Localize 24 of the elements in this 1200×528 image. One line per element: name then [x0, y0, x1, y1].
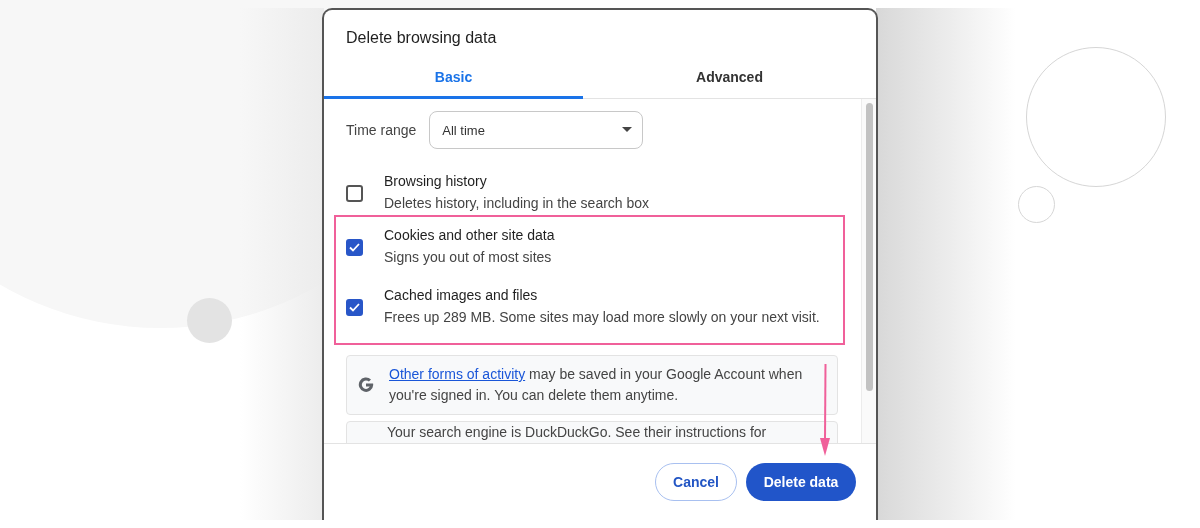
checkmark-icon [349, 243, 360, 252]
tab[interactable]: Advanced [583, 64, 876, 99]
option-description: Signs you out of most sites [384, 249, 553, 265]
caret-icon [622, 127, 633, 133]
cancel-button[interactable]: Cancel [655, 463, 737, 501]
delete-data-button[interactable]: Delete data [746, 463, 856, 501]
google-g-icon [357, 376, 375, 394]
option-description: Frees up 289 MB. Some sites may load more slowly on your next visit. [384, 309, 820, 325]
scrollbar[interactable] [861, 99, 876, 443]
time-range-dropdown[interactable]: All time [429, 111, 644, 149]
option-title: Cached images and files [384, 287, 539, 303]
checkbox[interactable] [346, 239, 363, 256]
dialog-title: Delete browsing data [345, 28, 498, 48]
field-label: Time range [346, 122, 417, 138]
option-title: Browsing history [384, 173, 488, 189]
activity-link[interactable]: Other forms of activity [389, 366, 526, 382]
checkmark-icon [349, 303, 360, 312]
notice-text: Other forms of activity may be saved in your Google Account when you're signed in. You can delete them anytime. [389, 365, 804, 405]
tab[interactable]: Basic [324, 64, 583, 99]
notice-text: Your search engine is DuckDuckGo. See their instructions for [387, 423, 767, 442]
option-title: Cookies and other site data [384, 227, 555, 243]
checkbox[interactable] [346, 185, 363, 202]
checkbox[interactable] [346, 299, 363, 316]
option-description: Deletes history, including in the search box [384, 195, 650, 211]
